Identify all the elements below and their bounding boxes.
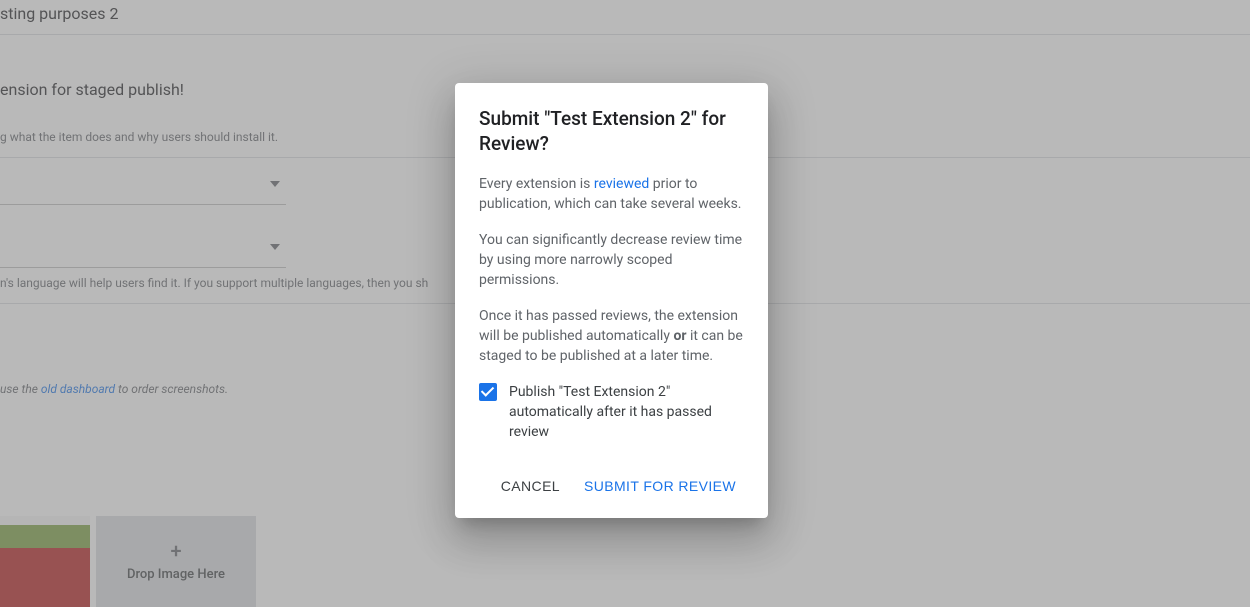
reviewed-link[interactable]: reviewed bbox=[594, 176, 649, 192]
dialog-paragraph-3: Once it has passed reviews, the extensio… bbox=[479, 306, 744, 366]
dialog-actions: Cancel Submit for Review bbox=[479, 470, 744, 502]
auto-publish-option[interactable]: Publish "Test Extension 2" automatically… bbox=[479, 382, 744, 442]
submit-review-dialog: Submit "Test Extension 2" for Review? Ev… bbox=[455, 83, 768, 518]
submit-for-review-button[interactable]: Submit for Review bbox=[576, 470, 744, 502]
dialog-paragraph-2: You can significantly decrease review ti… bbox=[479, 230, 744, 290]
dialog-title: Submit "Test Extension 2" for Review? bbox=[479, 107, 744, 156]
dialog-paragraph-1: Every extension is reviewed prior to pub… bbox=[479, 174, 744, 214]
cancel-button[interactable]: Cancel bbox=[493, 470, 568, 502]
auto-publish-checkbox[interactable] bbox=[479, 383, 497, 401]
auto-publish-label: Publish "Test Extension 2" automatically… bbox=[509, 382, 744, 442]
